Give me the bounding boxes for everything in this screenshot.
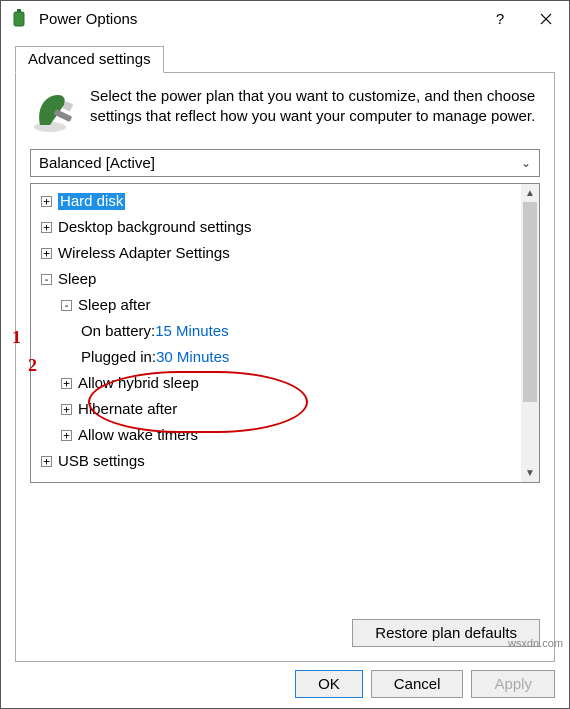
annotation-one: 1 [12,327,21,348]
tree-item-desktop-bg[interactable]: + Desktop background settings [33,214,519,240]
intro-block: Select the power plan that you want to c… [30,87,540,135]
tree-label: Hard disk [58,193,125,210]
help-button[interactable]: ? [477,1,523,37]
power-plan-icon [30,87,78,135]
collapse-icon[interactable]: - [41,274,52,285]
expand-icon[interactable]: + [41,222,52,233]
close-icon [540,13,552,25]
tab-panel: Select the power plan that you want to c… [15,72,555,662]
setting-label: On battery: [81,323,155,340]
power-plan-selected: Balanced [Active] [39,155,155,172]
setting-label: Plugged in: [81,349,156,366]
tree-label: Allow hybrid sleep [78,375,199,392]
power-icon [9,9,29,29]
expand-icon[interactable]: + [41,196,52,207]
expand-icon[interactable]: + [61,430,72,441]
scroll-track[interactable] [521,202,539,464]
description-text: Select the power plan that you want to c… [90,87,540,135]
cancel-button[interactable]: Cancel [371,670,464,698]
scroll-up-icon[interactable]: ▲ [521,184,539,202]
expand-icon[interactable]: + [61,378,72,389]
tree-label: Sleep [58,271,96,288]
tree-item-hybrid-sleep[interactable]: + Allow hybrid sleep [33,370,519,396]
watermark-text: wsxdn.com [508,638,563,650]
tree-item-sleep[interactable]: - Sleep [33,266,519,292]
expand-icon[interactable]: + [61,404,72,415]
window-title: Power Options [39,11,477,28]
tree-item-hibernate-after[interactable]: + Hibernate after [33,396,519,422]
apply-button: Apply [471,670,555,698]
tree-label: Sleep after [78,297,151,314]
setting-value[interactable]: 15 Minutes [155,323,228,340]
chevron-down-icon: ⌄ [521,156,531,170]
tree-item-usb[interactable]: + USB settings [33,448,519,474]
tree-label: USB settings [58,453,145,470]
tree-item-plugged-in[interactable]: Plugged in: 30 Minutes [33,344,519,370]
scrollbar[interactable]: ▲ ▼ [521,184,539,482]
scroll-thumb[interactable] [523,202,537,402]
scroll-down-icon[interactable]: ▼ [521,464,539,482]
tree-item-wireless[interactable]: + Wireless Adapter Settings [33,240,519,266]
tree-item-wake-timers[interactable]: + Allow wake timers [33,422,519,448]
close-button[interactable] [523,1,569,37]
ok-button[interactable]: OK [295,670,363,698]
tree-label: Hibernate after [78,401,177,418]
tree-content: + Hard disk + Desktop background setting… [31,184,521,482]
tab-row: Advanced settings [15,45,569,72]
tab-advanced-settings[interactable]: Advanced settings [15,46,164,73]
collapse-icon[interactable]: - [61,300,72,311]
tree-item-on-battery[interactable]: On battery: 15 Minutes [33,318,519,344]
tree-label: Allow wake timers [78,427,198,444]
tree-label: Desktop background settings [58,219,251,236]
settings-tree: + Hard disk + Desktop background setting… [30,183,540,483]
setting-value[interactable]: 30 Minutes [156,349,229,366]
tree-label: Wireless Adapter Settings [58,245,230,262]
titlebar: Power Options ? [1,1,569,37]
tree-item-hard-disk[interactable]: + Hard disk [33,188,519,214]
expand-icon[interactable]: + [41,248,52,259]
power-plan-combobox[interactable]: Balanced [Active] ⌄ [30,149,540,177]
tree-item-sleep-after[interactable]: - Sleep after [33,292,519,318]
dialog-buttons: OK Cancel Apply [287,670,555,698]
power-options-dialog: Power Options ? Advanced settings Select… [0,0,570,709]
expand-icon[interactable]: + [41,456,52,467]
